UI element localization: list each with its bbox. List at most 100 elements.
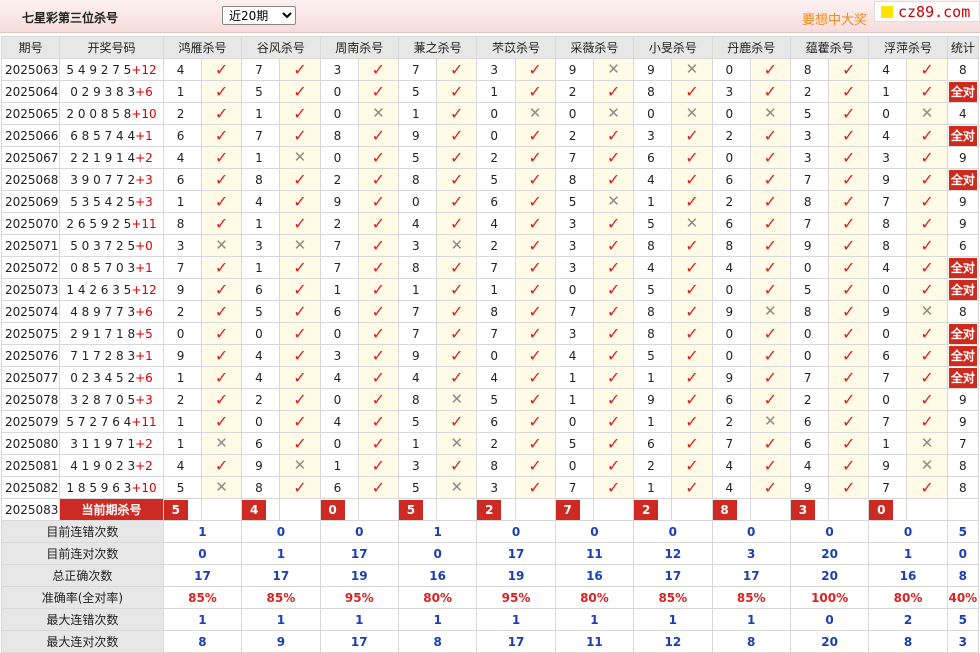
result-mark-cell: ✓ <box>749 234 791 257</box>
check-icon: ✓ <box>841 81 856 101</box>
kill-value: 7 <box>397 58 438 81</box>
col-expert: 采薇杀号 <box>554 36 635 59</box>
draw-bonus: +2 <box>135 436 153 451</box>
history-row: 2025081 4 1 9 0 2 3+2 4 ✓ 9 ✕ 1 ✓ 3 ✓ 8 ✓ 0 ✓ 2 ✓ 4 ✓ 4 ✓ 9 ✕… <box>0 454 980 477</box>
kill-value: 2 <box>476 146 516 169</box>
check-icon: ✓ <box>920 477 934 497</box>
kill-value: 7 <box>868 366 908 389</box>
cross-icon: ✕ <box>450 478 464 496</box>
period-cell: 2025072 <box>0 256 61 279</box>
current-kill-cell: 8 <box>711 498 751 521</box>
draw-bonus: +3 <box>135 392 153 407</box>
kill-value: 1 <box>397 432 438 455</box>
result-mark-cell: ✕ <box>592 58 635 81</box>
check-icon: ✓ <box>293 433 307 453</box>
kill-value: 1 <box>162 190 202 213</box>
result-mark-cell: ✓ <box>671 278 713 301</box>
result-mark-cell: ✓ <box>436 124 478 147</box>
kill-value: 5 <box>789 102 830 125</box>
result-mark-cell: ✓ <box>357 124 399 147</box>
cross-icon: ✕ <box>764 412 777 430</box>
result-mark-cell: ✓ <box>906 168 948 191</box>
kill-value: 7 <box>789 212 830 235</box>
site-logo[interactable]: cz89.com <box>874 1 980 22</box>
kill-value: 6 <box>633 432 673 455</box>
header-row: 期号 开奖号码 鸿雁杀号 谷风杀号 周南杀号 蒹之杀号 芣苡杀号 采薇杀号 小旻… <box>0 36 980 59</box>
kill-value: 5 <box>554 190 594 213</box>
check-icon: ✓ <box>214 169 229 189</box>
check-icon: ✓ <box>920 367 934 387</box>
result-mark-cell: ✕ <box>436 388 478 411</box>
summary-row: 最大连对次数 8 9 17 8 17 11 12 8 20 8 3 <box>1 630 980 653</box>
cross-icon: ✕ <box>607 192 620 210</box>
check-icon: ✓ <box>371 323 386 343</box>
col-expert: 丹鹿杀号 <box>711 36 791 59</box>
result-mark-cell: ✕ <box>906 102 948 125</box>
check-icon: ✓ <box>841 191 856 211</box>
kill-value: 4 <box>162 58 202 81</box>
kill-value: 7 <box>868 190 908 213</box>
result-mark-cell: ✓ <box>749 256 791 279</box>
summary-value: 1 <box>868 542 948 565</box>
result-mark-cell: ✓ <box>671 366 713 389</box>
kill-value: 0 <box>711 58 751 81</box>
kill-value: 7 <box>711 432 751 455</box>
period-range-select[interactable]: 近20期 <box>222 6 296 25</box>
check-icon: ✓ <box>606 323 621 343</box>
result-mark-cell: ✓ <box>828 168 870 191</box>
draw-bonus: +12 <box>131 62 157 77</box>
check-icon: ✓ <box>685 323 699 343</box>
history-row: 2025080 3 1 1 9 7 1+2 1 ✕ 6 ✓ 0 ✓ 1 ✕ 2 ✓ 5 ✓ 6 ✓ 7 ✓ 6 ✓ 1 ✕… <box>0 432 980 455</box>
current-empty-cell <box>279 498 321 521</box>
result-mark-cell: ✕ <box>671 212 713 235</box>
current-kill-badge: 2 <box>477 499 502 520</box>
result-mark-cell: ✓ <box>592 80 635 103</box>
result-mark-cell: ✓ <box>671 344 713 367</box>
result-mark-cell: ✓ <box>514 322 556 345</box>
result-mark-cell: ✓ <box>514 454 556 477</box>
result-mark-cell: ✓ <box>514 124 556 147</box>
kill-value: 0 <box>868 388 908 411</box>
check-icon: ✓ <box>606 169 621 189</box>
kill-value: 2 <box>162 388 202 411</box>
kill-value: 0 <box>554 278 594 301</box>
check-icon: ✓ <box>371 257 386 277</box>
summary-value: 16 <box>554 564 635 587</box>
result-mark-cell: ✓ <box>279 58 321 81</box>
summary-value: 12 <box>633 542 713 565</box>
kill-value: 7 <box>241 58 281 81</box>
result-mark-cell: ✓ <box>592 124 635 147</box>
current-empty-cell <box>828 498 870 521</box>
check-icon: ✓ <box>920 279 934 299</box>
check-icon: ✓ <box>528 411 542 431</box>
check-icon: ✓ <box>763 213 777 233</box>
kill-value: 2 <box>241 388 281 411</box>
draw-bonus: +1 <box>135 128 153 143</box>
result-mark-cell: ✓ <box>279 256 321 279</box>
check-icon: ✓ <box>371 147 386 167</box>
current-kill-badge: 3 <box>791 499 815 520</box>
kill-value: 4 <box>633 168 673 191</box>
check-icon: ✓ <box>371 213 386 233</box>
kill-value: 0 <box>711 278 751 301</box>
summary-row: 目前连错次数 1 0 0 1 0 0 0 0 0 0 5 <box>1 520 980 543</box>
kill-value: 0 <box>319 432 359 455</box>
check-icon: ✓ <box>841 213 856 233</box>
check-icon: ✓ <box>685 147 699 167</box>
result-mark-cell: ✓ <box>828 322 870 345</box>
draw-numbers: 1 8 5 9 6 3 <box>66 480 132 495</box>
result-mark-cell: ✓ <box>436 146 478 169</box>
summary-value: 0 <box>476 520 556 543</box>
check-icon: ✓ <box>371 169 386 189</box>
result-mark-cell: ✓ <box>671 234 713 257</box>
history-row: 2025076 7 1 7 2 8 3+1 9 ✓ 4 ✓ 3 ✓ 9 ✓ 0 ✓ 4 ✓ 5 ✓ 0 ✓ 0 ✓ 6 ✓… <box>0 344 980 367</box>
result-mark-cell: ✕ <box>200 234 243 257</box>
result-mark-cell: ✓ <box>671 388 713 411</box>
draw-numbers-cell: 4 1 9 0 2 3+2 <box>59 454 164 477</box>
result-mark-cell: ✓ <box>906 476 948 499</box>
kill-value: 7 <box>868 476 908 499</box>
check-icon: ✓ <box>920 389 934 409</box>
draw-numbers: 3 1 1 9 7 1 <box>70 436 136 451</box>
result-mark-cell: ✓ <box>828 300 870 323</box>
stat-cell: 全对 <box>946 366 980 389</box>
